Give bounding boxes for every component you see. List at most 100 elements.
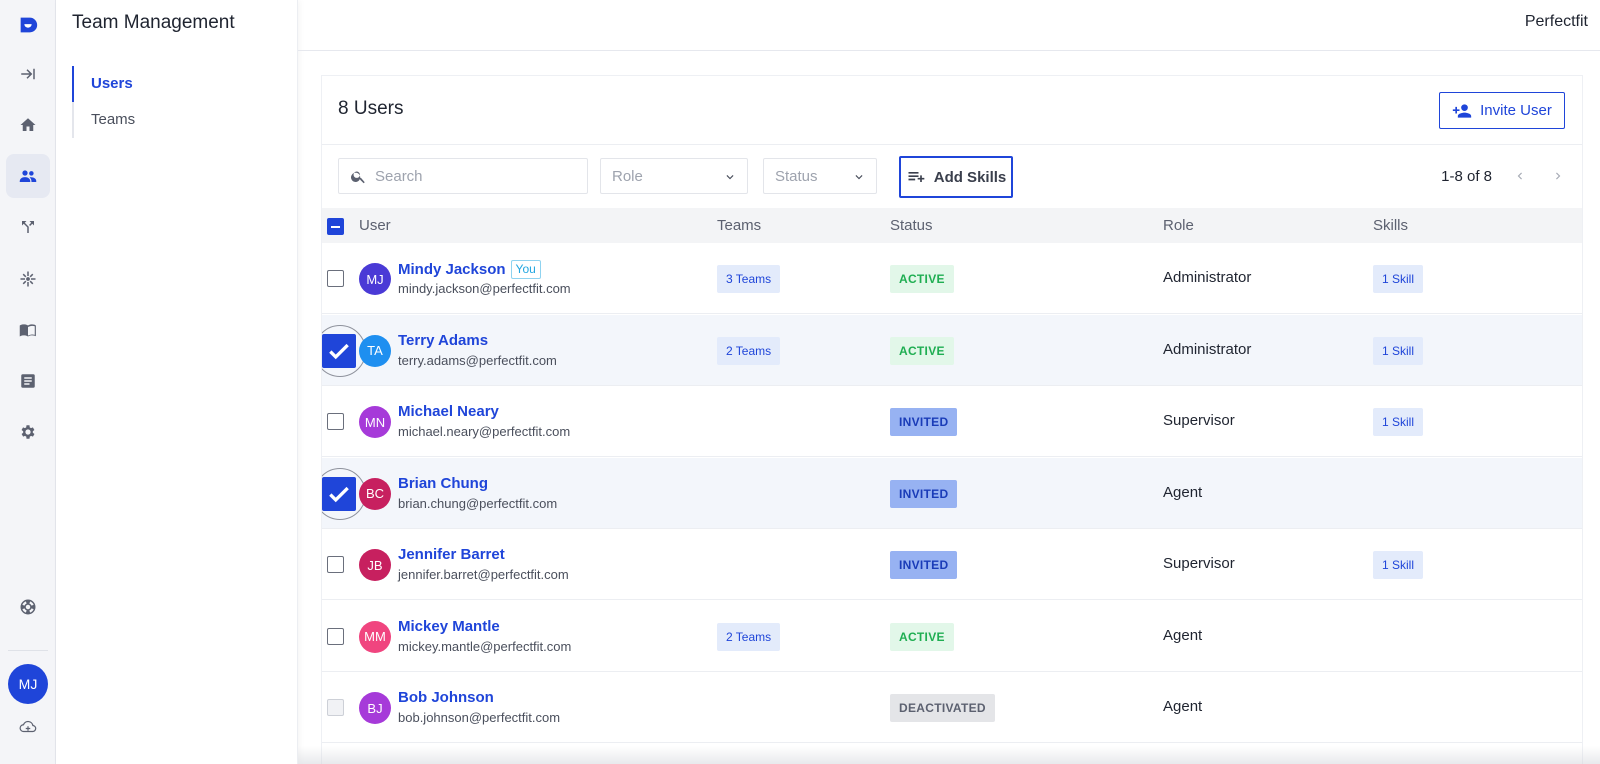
playlist-add-icon	[908, 172, 925, 182]
select-all-checkbox[interactable]	[327, 218, 344, 235]
filter-bar: Role Status Add Skills 1-8 of 8	[338, 156, 1568, 198]
teams-badge[interactable]: 2 Teams	[717, 622, 781, 651]
user-name: Mickey Mantle	[398, 617, 500, 635]
user-name-link[interactable]: Michael Neary	[398, 403, 499, 420]
chevron-down-icon	[726, 175, 734, 180]
user-name-link[interactable]: Mindy Jackson You	[398, 260, 541, 279]
status-badge: INVITED	[890, 408, 958, 436]
section-title: Team Management	[72, 12, 235, 33]
table-row[interactable]: TA Terry Adams terry.adams@perfectfit.com 2…	[322, 314, 1582, 386]
user-name: Bob Johnson	[398, 689, 494, 706]
skills-badge[interactable]: 1 Skill	[1373, 265, 1424, 293]
user-name: Michael Neary	[398, 403, 499, 420]
invite-user-label: Invite User	[1480, 102, 1552, 119]
status-select[interactable]: Status	[763, 158, 877, 194]
status-badge: ACTIVE	[890, 265, 954, 293]
user-name-link[interactable]: Bob Johnson	[398, 689, 494, 706]
teams-badge[interactable]: 2 Teams	[717, 336, 781, 365]
user-name: Terry Adams	[398, 331, 489, 349]
skills-badge[interactable]: 1 Skill	[1373, 336, 1424, 365]
user-avatar: BC	[359, 477, 391, 510]
invite-user-button[interactable]: Invite User	[1439, 92, 1565, 129]
user-name-link[interactable]: Mickey Mantle	[398, 618, 500, 635]
organization-name: Perfectfit	[1524, 13, 1588, 30]
user-role: Agent	[1163, 698, 1203, 715]
status-badge: INVITED	[890, 551, 958, 579]
users-icon[interactable]	[6, 154, 50, 198]
settings-gear-icon[interactable]	[6, 410, 50, 454]
column-header-teams[interactable]: Teams	[717, 217, 761, 234]
user-avatar: MN	[359, 406, 391, 438]
checkmark-icon	[329, 486, 349, 502]
column-header-status[interactable]: Status	[890, 217, 933, 234]
prev-page-button[interactable]	[1510, 166, 1530, 186]
reports-icon[interactable]	[6, 359, 50, 403]
chevron-down-icon	[855, 175, 863, 180]
role-select-label: Role	[612, 167, 643, 185]
you-badge: You	[510, 260, 541, 279]
user-role: Administrator	[1163, 340, 1252, 358]
column-header-role[interactable]: Role	[1163, 217, 1194, 234]
column-header-skills[interactable]: Skills	[1373, 217, 1408, 234]
user-email: michael.neary@perfectfit.com	[398, 424, 571, 439]
skills-badge[interactable]: 1 Skill	[1373, 551, 1424, 579]
icon-rail: MJ	[0, 0, 56, 764]
search-icon	[351, 171, 365, 183]
knowledge-book-icon[interactable]	[6, 308, 50, 352]
collapse-icon[interactable]	[6, 52, 50, 96]
column-header-user[interactable]: User	[359, 217, 391, 234]
user-avatar: MM	[359, 620, 391, 653]
add-skills-button[interactable]: Add Skills	[899, 156, 1013, 198]
table-row[interactable]: BJ Bob Johnson bob.johnson@perfectfit.com D…	[322, 672, 1582, 743]
status-badge: ACTIVE	[890, 622, 954, 651]
row-checkbox[interactable]	[327, 556, 344, 573]
user-email: jennifer.barret@perfectfit.com	[398, 567, 569, 582]
pagination: 1-8 of 8	[1441, 158, 1568, 194]
row-checkbox-checked[interactable]	[322, 476, 356, 511]
table-row[interactable]: MM Mickey Mantle mickey.mantle@perfectfit.…	[322, 601, 1582, 672]
user-name-link[interactable]: Terry Adams	[398, 332, 488, 349]
home-icon[interactable]	[6, 103, 50, 147]
table-row[interactable]: MJ Mindy Jackson You mindy.jackson@perfectf…	[322, 243, 1582, 314]
add-skills-label: Add Skills	[933, 168, 1007, 186]
row-checkbox-checked[interactable]	[322, 333, 356, 368]
table-row[interactable]: BC Brian Chung brian.chung@perfectfit.com I…	[322, 457, 1582, 529]
users-count-title: 8 Users	[338, 98, 404, 119]
integrations-icon[interactable]	[6, 257, 50, 301]
secondary-nav: Team Management Users Teams	[56, 0, 298, 764]
user-role: Administrator	[1163, 269, 1252, 286]
rail-divider	[8, 650, 48, 651]
user-role: Agent	[1163, 626, 1203, 644]
user-avatar: TA	[359, 334, 391, 367]
chevron-right-icon	[1556, 172, 1561, 180]
user-email: brian.chung@perfectfit.com	[398, 495, 558, 511]
table-row[interactable]: MN Michael Neary michael.neary@perfectfit.…	[322, 386, 1582, 457]
user-avatar: JB	[359, 549, 391, 581]
app-root: MJ Team Management Users Teams Perfectfi…	[0, 0, 1600, 764]
user-name-link[interactable]: Brian Chung	[398, 475, 488, 492]
routing-icon[interactable]	[6, 205, 50, 249]
bottom-fade	[298, 746, 1600, 764]
user-name: Mindy Jackson	[398, 261, 506, 278]
row-checkbox[interactable]	[327, 270, 344, 287]
help-support-icon[interactable]	[6, 585, 50, 629]
chevron-left-icon	[1517, 172, 1522, 180]
users-card: 8 Users Invite User Role Status Add Skil…	[321, 75, 1583, 764]
user-email: bob.johnson@perfectfit.com	[398, 710, 561, 725]
teams-badge[interactable]: 3 Teams	[717, 265, 781, 293]
logo-icon[interactable]	[6, 3, 50, 47]
subnav-item-users[interactable]: Users	[72, 66, 272, 102]
table-row[interactable]: JB Jennifer Barret jennifer.barret@perfect…	[322, 529, 1582, 600]
row-checkbox[interactable]	[327, 413, 344, 430]
user-name-link[interactable]: Jennifer Barret	[398, 546, 505, 563]
next-page-button[interactable]	[1548, 166, 1568, 186]
role-select[interactable]: Role	[600, 158, 748, 194]
table-header: User Teams Status Role Skills	[322, 208, 1582, 243]
search-input[interactable]	[375, 167, 575, 185]
user-avatar[interactable]: MJ	[8, 664, 48, 704]
row-checkbox	[327, 699, 344, 716]
subnav-item-teams[interactable]: Teams	[72, 102, 272, 138]
cloud-status-icon[interactable]	[6, 705, 50, 749]
row-checkbox[interactable]	[327, 627, 344, 645]
skills-badge[interactable]: 1 Skill	[1373, 408, 1424, 436]
